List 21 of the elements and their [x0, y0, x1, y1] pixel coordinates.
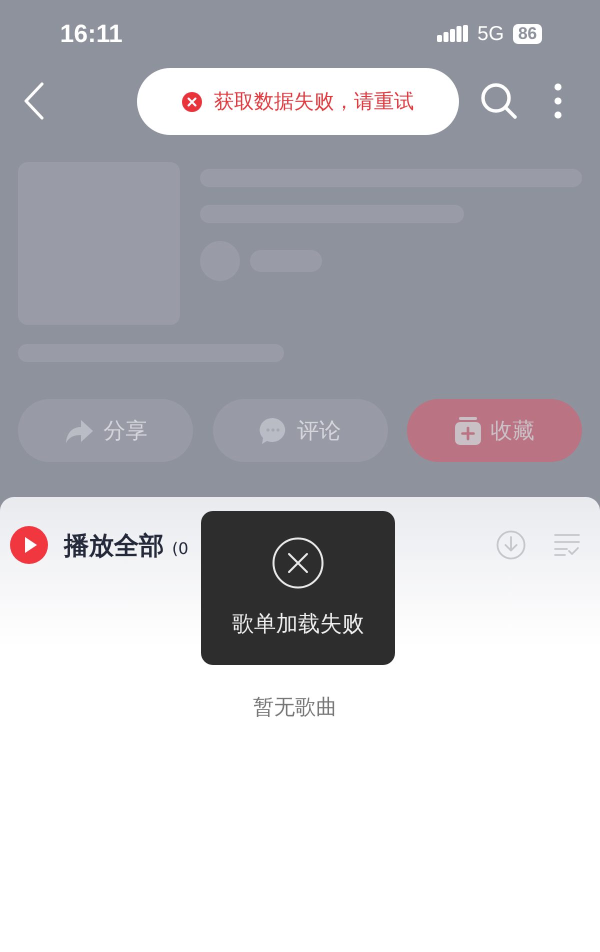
dialog-message: 歌单加载失败 — [232, 611, 364, 639]
close-circle-icon — [272, 537, 324, 589]
add-folder-icon — [454, 416, 480, 444]
error-icon — [182, 92, 202, 112]
more-icon[interactable] — [554, 82, 562, 120]
status-time: 16:11 — [60, 20, 123, 48]
search-icon[interactable] — [480, 82, 518, 120]
share-icon — [64, 418, 94, 444]
song-count: (0 — [172, 538, 188, 558]
network-label: 5G — [477, 22, 504, 46]
comment-icon — [259, 416, 287, 444]
action-button[interactable]: 分享 — [18, 399, 193, 462]
play-all-label[interactable]: 播放全部 — [64, 528, 164, 562]
action-button[interactable]: 收藏 — [407, 399, 582, 462]
battery-level: 86 — [513, 24, 542, 44]
play-icon[interactable] — [10, 526, 48, 564]
back-icon[interactable] — [22, 82, 46, 120]
toast-message: 获取数据失败，请重试 — [214, 88, 414, 115]
action-button[interactable]: 评论 — [212, 399, 388, 462]
empty-message: 暂无歌曲 — [252, 694, 338, 721]
signal-icon — [437, 25, 468, 43]
